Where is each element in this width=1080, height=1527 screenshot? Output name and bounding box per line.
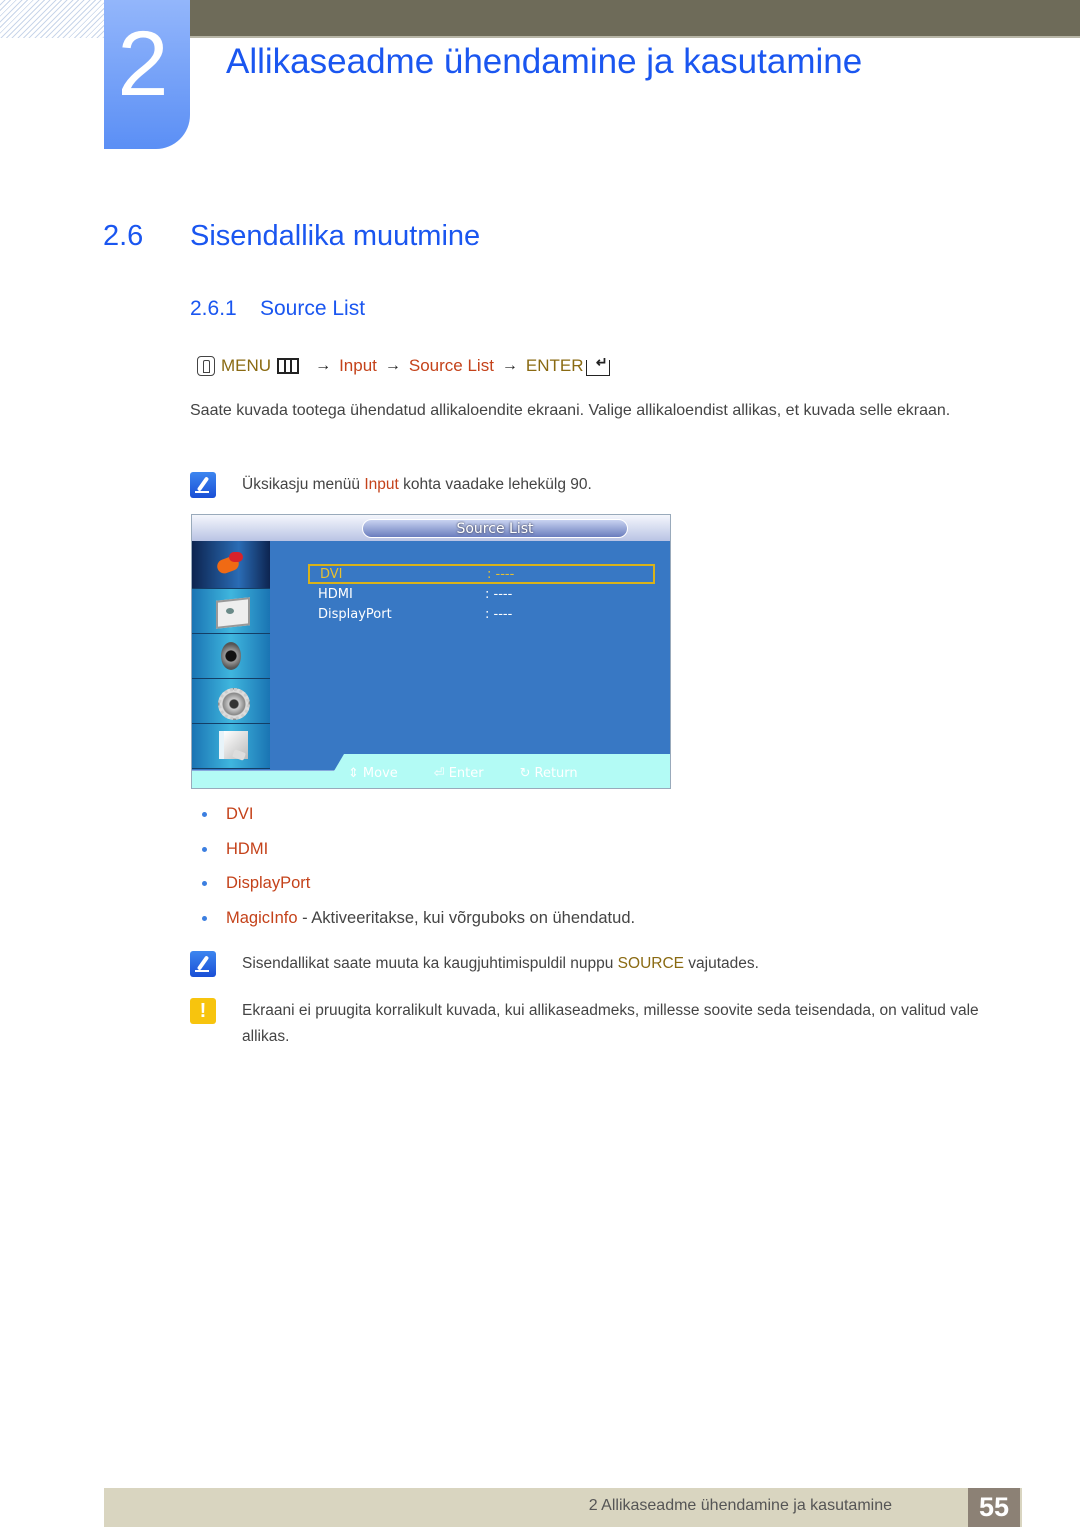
note-text-before: Sisendallikat saate muuta ka kaugjuhtimi… — [242, 955, 618, 972]
note-text-after: kohta vaadake lehekülg 90. — [398, 476, 592, 493]
footer-chapter-title: 2 Allikaseadme ühendamine ja kasutamine — [588, 1497, 892, 1514]
bullet-term: DisplayPort — [226, 874, 311, 892]
note-text: Üksikasju menüü Input kohta vaadake lehe… — [242, 472, 592, 498]
osd-hint-enter-label: Enter — [448, 766, 484, 781]
osd-hint-move: ⇕ Move — [348, 766, 398, 781]
move-arrows-icon: ⇕ — [348, 766, 359, 781]
osd-row-dvi: DVI : ---- — [308, 564, 655, 584]
osd-row-hdmi: HDMI : ---- — [308, 584, 655, 604]
warning-note: ! Ekraani ei pruugita korralikult kuvada… — [190, 998, 1000, 1050]
input-icon — [215, 550, 247, 580]
enter-key-icon — [585, 354, 610, 376]
path-step-source-list: Source List — [408, 356, 494, 375]
bullet-term: MagicInfo — [226, 908, 298, 927]
enter-label: ENTER — [525, 356, 584, 375]
path-step-input: Input — [339, 356, 377, 375]
osd-sidebar — [192, 541, 270, 769]
source-bullet-list: DVI HDMI DisplayPort MagicInfo - Aktivee… — [202, 803, 635, 941]
osd-row-value: : ---- — [485, 586, 513, 602]
header-hatch-decoration — [0, 0, 104, 38]
list-item: MagicInfo - Aktiveeritakse, kui võrgubok… — [202, 907, 635, 942]
page-number: 55 — [968, 1488, 1020, 1527]
arrow-icon: → — [384, 357, 401, 374]
note-pencil-icon — [190, 472, 216, 498]
arrow-icon: → — [315, 357, 332, 374]
note-source-button: Sisendallikat saate muuta ka kaugjuhtimi… — [190, 951, 759, 977]
menu-path: MENU → Input → Source List → ENTER — [197, 354, 610, 378]
osd-sidebar-item-sound — [192, 634, 270, 679]
note-input-reference: Üksikasju menüü Input kohta vaadake lehe… — [190, 472, 592, 498]
note-text-before: Üksikasju menüü — [242, 476, 365, 493]
menu-label: MENU — [221, 356, 272, 375]
list-item: HDMI — [202, 838, 635, 873]
page-footer: 2 Allikaseadme ühendamine ja kasutamine … — [104, 1488, 1022, 1527]
touch-hand-icon — [197, 356, 215, 376]
picture-icon — [215, 596, 247, 626]
osd-footer: ⇕ Move ⏎ Enter ↻ Return — [192, 754, 670, 788]
section-title: Sisendallika muutmine — [190, 220, 481, 252]
warning-text: Ekraani ei pruugita korralikult kuvada, … — [242, 1002, 979, 1045]
bullet-desc: - Aktiveeritakse, kui võrguboks on ühend… — [297, 908, 636, 927]
setup-gear-icon — [215, 686, 250, 720]
osd-sidebar-item-picture — [192, 589, 270, 634]
osd-hint-return: ↻ Return — [520, 766, 578, 781]
menu-button-icon — [277, 358, 300, 374]
subsection-number: 2.6.1 — [190, 297, 237, 320]
osd-title: Source List — [362, 519, 628, 538]
return-icon: ↻ — [519, 766, 531, 781]
warning-icon: ! — [190, 998, 216, 1024]
chapter-number: 2 — [117, 13, 169, 115]
osd-sidebar-item-setup — [192, 679, 270, 724]
subsection-title: Source List — [260, 297, 366, 320]
osd-row-value: : ---- — [485, 606, 513, 622]
section-number: 2.6 — [103, 220, 144, 252]
description-paragraph: Saate kuvada tootega ühendatud allikaloe… — [190, 402, 951, 419]
note-term-input: Input — [364, 476, 399, 493]
osd-row-name: HDMI — [318, 586, 353, 602]
bullet-term: HDMI — [226, 839, 269, 858]
osd-hint-enter: ⏎ Enter — [434, 766, 484, 781]
bullet-term: DVI — [226, 805, 254, 823]
osd-header: Source List — [192, 515, 670, 541]
osd-footer-hints: ⇕ Move ⏎ Enter ↻ Return — [348, 766, 578, 781]
osd-row-name: DVI — [320, 566, 343, 582]
chapter-title: Allikaseadme ühendamine ja kasutamine — [226, 42, 863, 81]
enter-icon: ⏎ — [433, 766, 445, 781]
header-bar — [190, 0, 1080, 38]
osd-hint-move-label: Move — [362, 766, 398, 781]
osd-row-value: : ---- — [487, 566, 515, 582]
osd-row-name: DisplayPort — [318, 606, 392, 622]
arrow-icon: → — [501, 357, 518, 374]
note-pencil-icon — [190, 951, 216, 977]
osd-source-list: DVI : ---- HDMI : ---- DisplayPort : ---… — [308, 564, 655, 624]
note-term-source: SOURCE — [617, 955, 684, 972]
osd-row-displayport: DisplayPort : ---- — [308, 604, 655, 624]
note-text-after: vajutades. — [684, 955, 759, 972]
chapter-number-block: 2 — [104, 0, 190, 149]
list-item: DisplayPort — [202, 872, 635, 907]
osd-sidebar-item-input — [192, 541, 270, 589]
note-text: Sisendallikat saate muuta ka kaugjuhtimi… — [242, 951, 759, 977]
list-item: DVI — [202, 803, 635, 838]
osd-source-list-screenshot: Source List DVI : ---- HDMI : ---- Displ… — [191, 514, 671, 789]
sound-icon — [215, 641, 247, 671]
osd-hint-return-label: Return — [534, 766, 578, 781]
